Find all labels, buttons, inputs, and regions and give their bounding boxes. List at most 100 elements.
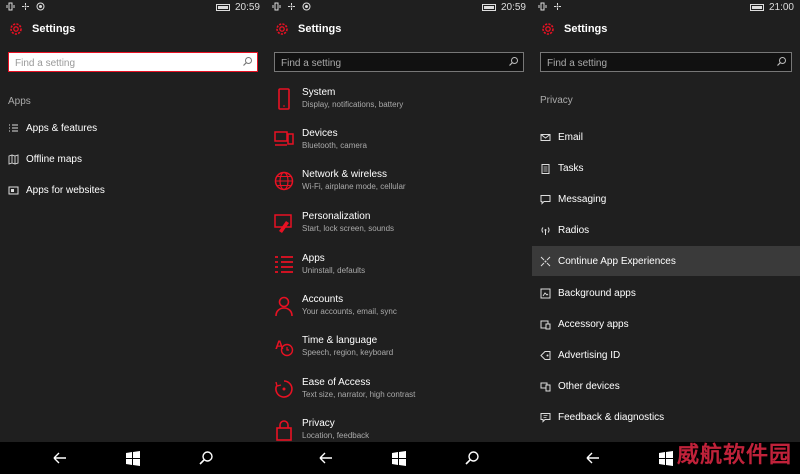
category-label: Privacy <box>302 418 335 429</box>
list-item-offline-maps[interactable]: Offline maps <box>0 148 266 170</box>
category-label: System <box>302 87 336 98</box>
search-icon[interactable] <box>464 450 480 466</box>
list-item-email[interactable]: Email <box>532 126 800 148</box>
list-item-label: Apps for websites <box>26 184 105 196</box>
search-input[interactable] <box>275 54 523 73</box>
tag-icon <box>540 350 551 360</box>
clock: 20:59 <box>234 2 260 13</box>
search-box[interactable] <box>274 52 524 73</box>
settings-panel-main: 20:59 Settings System Display, notificati… <box>266 0 532 442</box>
search-icon[interactable] <box>776 56 787 67</box>
list-item-messaging[interactable]: Messaging <box>532 188 800 210</box>
category-label: Apps <box>302 253 325 264</box>
search-icon[interactable] <box>198 450 214 466</box>
list-item-accessory-apps[interactable]: Accessory apps <box>532 313 800 335</box>
category-description: Location, feedback <box>302 431 370 440</box>
person-icon <box>275 296 293 317</box>
feedback-icon <box>540 412 551 423</box>
category-label: Devices <box>302 128 338 139</box>
page-header: Settings <box>8 21 75 37</box>
list-item-continue-app-experiences[interactable]: Continue App Experiences <box>532 246 800 276</box>
settings-category-devices[interactable]: Devices Bluetooth, camera <box>274 127 524 163</box>
status-bar: 20:59 <box>266 0 532 16</box>
list-item-advertising-id[interactable]: Advertising ID <box>532 344 800 366</box>
list-item-label: Apps & features <box>26 122 98 134</box>
category-description: Your accounts, email, sync <box>302 307 397 316</box>
list-item-radios[interactable]: Radios <box>532 219 800 241</box>
section-title: Privacy <box>540 95 573 106</box>
time-language-icon: A <box>275 338 294 357</box>
background-apps-icon <box>540 288 551 298</box>
vibrate-icon <box>6 2 15 11</box>
status-bar: 20:59 <box>0 0 266 16</box>
search-box[interactable] <box>540 52 792 73</box>
settings-category-accounts[interactable]: Accounts Your accounts, email, sync <box>274 293 524 329</box>
page-title: Settings <box>564 23 608 35</box>
website-icon <box>8 186 19 194</box>
list-item-other-devices[interactable]: Other devices <box>532 375 800 397</box>
search-box[interactable] <box>8 52 258 73</box>
category-description: Display, notifications, battery <box>302 100 404 109</box>
windows-icon[interactable] <box>658 450 674 466</box>
list-item-label: Continue App Experiences <box>558 255 676 267</box>
settings-category-apps[interactable]: Apps Uninstall, defaults <box>274 252 524 288</box>
back-icon[interactable] <box>52 450 68 466</box>
list-icon <box>9 124 18 131</box>
gear-icon <box>276 23 288 35</box>
globe-icon <box>274 171 294 191</box>
phone-icon <box>278 88 290 110</box>
ease-of-access-icon <box>275 380 293 398</box>
accessory-icon <box>540 320 551 329</box>
category-label: Network & wireless <box>302 169 388 180</box>
paint-icon <box>274 214 292 233</box>
list-item-label: Accessory apps <box>558 318 629 330</box>
back-icon[interactable] <box>585 450 601 466</box>
battery-icon <box>215 4 230 11</box>
category-label: Ease of Access <box>302 377 371 388</box>
windows-icon[interactable] <box>125 450 141 466</box>
category-description: Text size, narrator, high contrast <box>302 390 416 399</box>
back-icon[interactable] <box>318 450 334 466</box>
list-item-apps-for-websites[interactable]: Apps for websites <box>0 179 266 201</box>
other-devices-icon <box>540 382 551 391</box>
gear-icon <box>542 23 554 35</box>
list-item-label: Email <box>558 131 584 143</box>
mail-icon <box>540 133 551 141</box>
list-item-label: Offline maps <box>26 153 82 165</box>
list-item-label: Tasks <box>558 162 584 174</box>
search-input[interactable] <box>541 54 791 73</box>
location-icon <box>36 2 45 11</box>
list-item-background-apps[interactable]: Background apps <box>532 282 800 304</box>
list-item-label: Background apps <box>558 287 636 299</box>
vibrate-icon <box>272 2 281 11</box>
search-input[interactable] <box>9 54 257 73</box>
svg-text:A: A <box>275 338 284 352</box>
windows-icon[interactable] <box>391 450 407 466</box>
category-description: Start, lock screen, sounds <box>302 224 395 233</box>
settings-panel-apps: 20:59 Settings Apps Apps & features Offl… <box>0 0 266 442</box>
category-label: Accounts <box>302 294 344 305</box>
list-item-label: Other devices <box>558 380 620 392</box>
section-title: Apps <box>8 96 31 107</box>
search-icon[interactable] <box>242 56 253 67</box>
page-header: Settings <box>540 21 607 37</box>
settings-panel-privacy: 21:00 Settings Privacy Email Tasks Messa… <box>532 0 800 442</box>
settings-category-network[interactable]: Network & wireless Wi-Fi, airplane mode, … <box>274 168 524 204</box>
list-item-feedback-diagnostics[interactable]: Feedback & diagnostics <box>532 406 800 428</box>
list-item-tasks[interactable]: Tasks <box>532 157 800 179</box>
settings-category-personalization[interactable]: Personalization Start, lock screen, sound… <box>274 210 524 246</box>
vibrate-icon <box>538 2 547 11</box>
settings-category-system[interactable]: System Display, notifications, battery <box>274 86 524 122</box>
focus-icon <box>287 2 296 11</box>
list-item-label: Advertising ID <box>558 349 621 361</box>
tasks-icon <box>541 163 550 174</box>
search-icon[interactable] <box>508 56 519 67</box>
devices-icon <box>274 131 294 146</box>
list-item-apps-features[interactable]: Apps & features <box>0 117 266 139</box>
settings-category-privacy[interactable]: Privacy Location, feedback <box>274 417 524 442</box>
settings-category-time-language[interactable]: A Time & language Speech, region, keyboar… <box>274 334 524 370</box>
battery-icon <box>749 4 764 11</box>
category-label: Time & language <box>302 335 378 346</box>
settings-category-ease-of-access[interactable]: Ease of Access Text size, narrator, high … <box>274 376 524 412</box>
category-description: Uninstall, defaults <box>302 266 366 275</box>
